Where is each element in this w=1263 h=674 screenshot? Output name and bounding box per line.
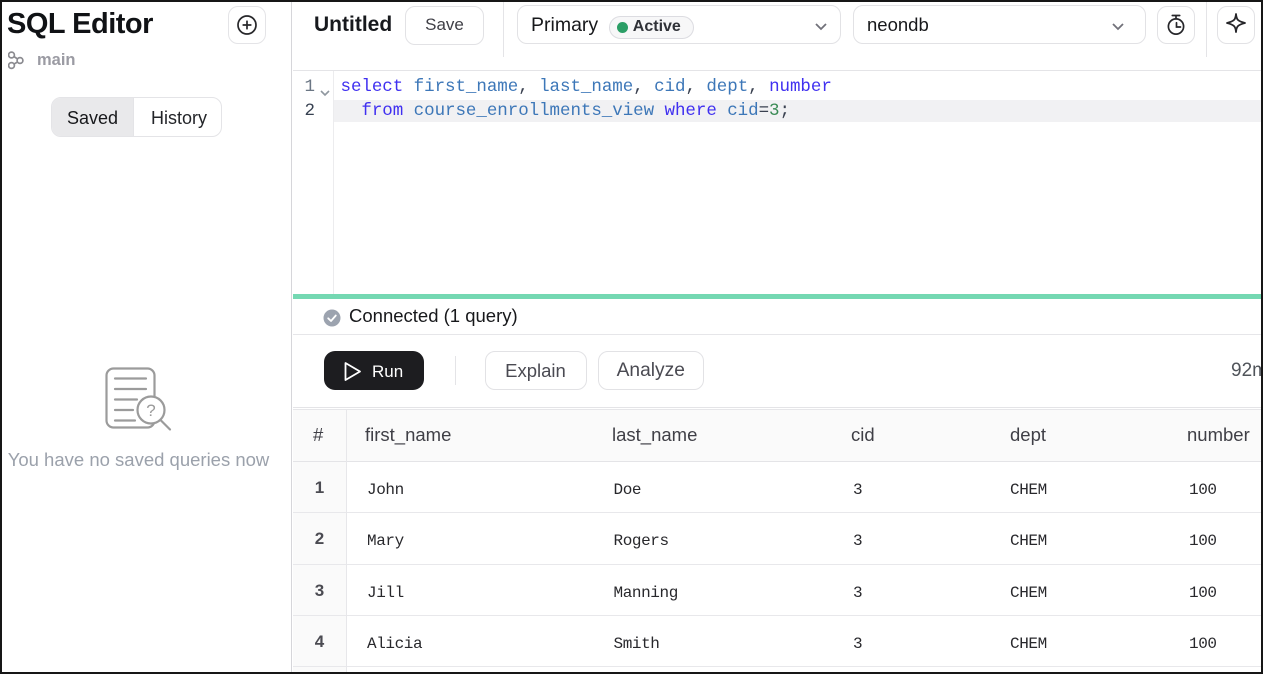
svg-text:?: ? — [146, 401, 155, 420]
